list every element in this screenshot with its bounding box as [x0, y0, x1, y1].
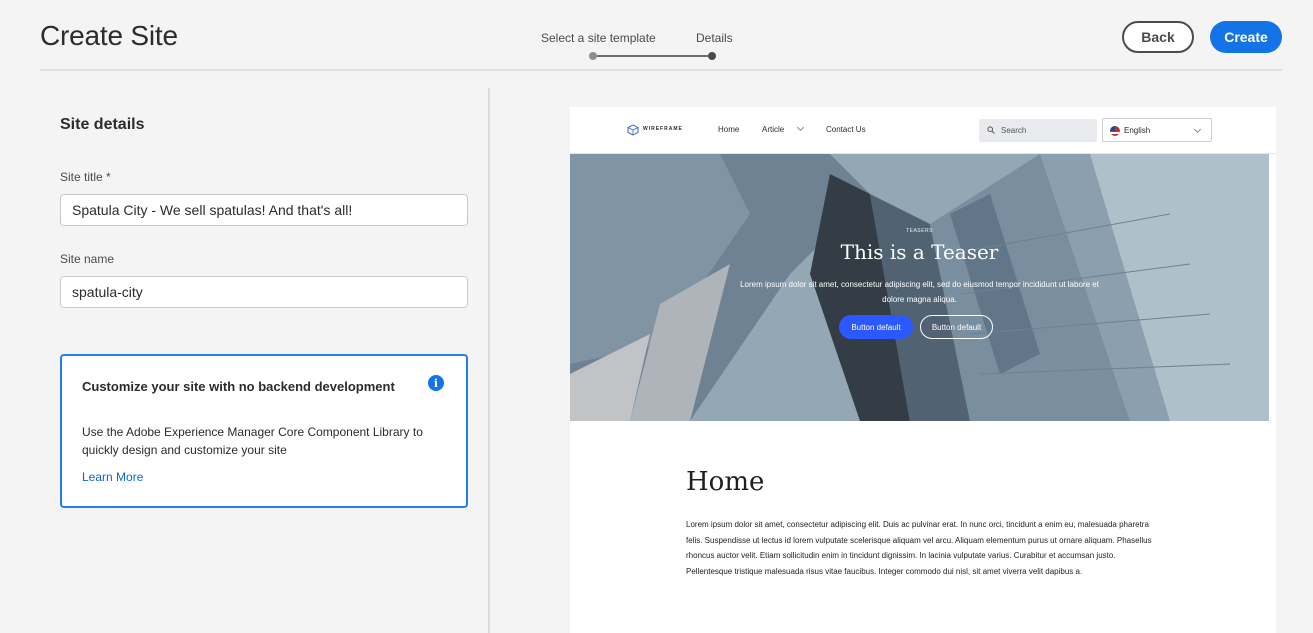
teaser-secondary-button: Button default [920, 315, 993, 339]
info-card-heading: Customize your site with no backend deve… [82, 379, 395, 394]
site-title-label: Site title * [60, 170, 111, 184]
create-button[interactable]: Create [1210, 21, 1282, 53]
page-title: Create Site [40, 20, 178, 51]
preview-paragraph: Lorem ipsum dolor sit amet, consectetur … [686, 520, 1152, 576]
preview-language-value: English [1124, 125, 1151, 135]
info-card-body: Use the Adobe Experience Manager Core Co… [82, 425, 423, 457]
info-card: Customize your site with no backend deve… [60, 354, 468, 508]
header-divider [40, 69, 1282, 71]
teaser-kicker: TEASERS [906, 228, 933, 234]
preview-search-field: Search [979, 119, 1097, 142]
stepper-line [597, 55, 708, 57]
preview-navbar: WIREFRAME Home Article Contact Us Search… [570, 107, 1276, 154]
preview-logo-text: WIREFRAME [643, 126, 683, 132]
preview-nav-contact: Contact Us [826, 125, 866, 134]
teaser-title: This is a Teaser [840, 240, 999, 264]
teaser-body: Lorem ipsum dolor sit amet, consectetur … [740, 280, 1099, 304]
teaser-primary-button: Button default [839, 315, 913, 339]
preview-page-heading: Home [686, 467, 765, 497]
site-name-label: Site name [60, 252, 115, 266]
preview-nav-home: Home [718, 125, 740, 134]
preview-teaser: TEASERS This is a Teaser Lorem ipsum dol… [570, 154, 1269, 421]
preview-search-placeholder: Search [1001, 126, 1027, 135]
back-button[interactable]: Back [1122, 21, 1194, 53]
search-icon [987, 126, 995, 134]
step-select-template-dot[interactable] [589, 52, 597, 60]
site-details-heading: Site details [60, 116, 145, 133]
site-title-field[interactable]: Spatula City - We sell spatulas! And tha… [60, 194, 468, 226]
header: Create Site Select a site template Detai… [0, 0, 1313, 71]
template-preview: WIREFRAME Home Article Contact Us Search… [570, 107, 1276, 633]
chevron-down-icon [1193, 125, 1202, 134]
wizard-stepper: Select a site template Details [541, 28, 741, 64]
info-icon: i [428, 375, 444, 391]
wireframe-logo-icon [627, 124, 639, 136]
preview-language-select: English [1102, 118, 1212, 142]
step-details-label: Details [696, 31, 733, 45]
step-select-template-label[interactable]: Select a site template [541, 31, 656, 45]
panel-divider [488, 88, 490, 633]
chevron-down-icon [796, 123, 805, 132]
preview-nav-article: Article [762, 125, 785, 134]
site-name-field[interactable]: spatula-city [60, 276, 468, 308]
us-flag-icon [1110, 126, 1120, 136]
step-details-dot [708, 52, 716, 60]
learn-more-link[interactable]: Learn More [82, 470, 143, 484]
